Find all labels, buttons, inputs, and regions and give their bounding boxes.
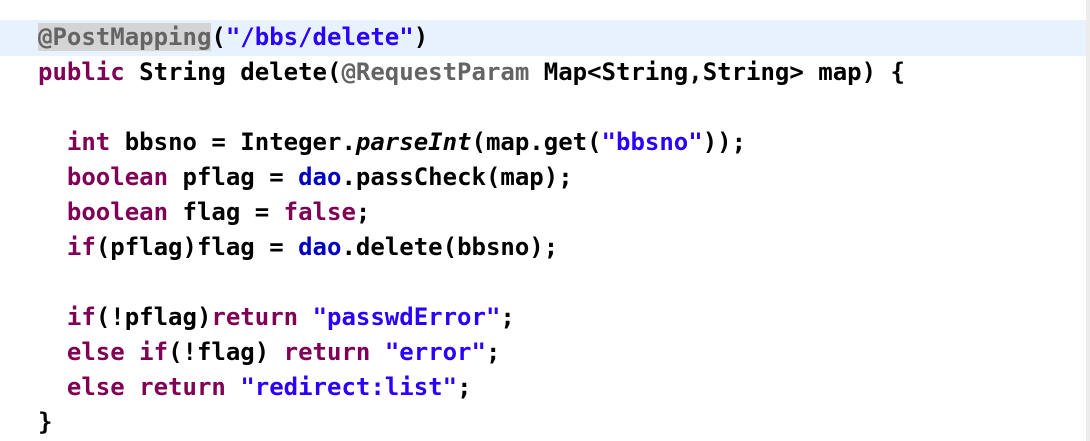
code-line[interactable]: else return "redirect:list"; — [38, 370, 905, 405]
code-token-string: "redirect:list" — [240, 373, 458, 401]
code-token-plain: pflag = — [168, 163, 299, 191]
code-token-keyword: return — [211, 303, 299, 331]
code-token-keyword: boolean — [66, 198, 169, 226]
code-line[interactable]: if(!pflag)return "passwdError"; — [38, 300, 905, 335]
code-line[interactable] — [38, 90, 905, 125]
code-token-plain: ) — [413, 23, 429, 51]
code-token-field: dao — [298, 163, 342, 191]
code-token-static: parseInt — [355, 128, 472, 156]
code-line[interactable]: else if(!flag) return "error"; — [38, 335, 905, 370]
code-line[interactable] — [38, 265, 905, 300]
code-token-plain: .delete(bbsno); — [341, 233, 559, 261]
code-token-keyword: boolean — [66, 163, 169, 191]
code-token-keyword: else — [66, 373, 125, 401]
code-token-plain: )); — [702, 128, 747, 156]
editor-right-border — [1086, 0, 1090, 441]
code-area[interactable]: @PostMapping("/bbs/delete") public String… — [38, 20, 905, 440]
code-token-keyword: return — [139, 373, 226, 401]
code-line[interactable]: } — [38, 405, 905, 440]
code-token-string: "bbsno" — [601, 128, 703, 156]
code-token-plain: ; — [457, 373, 472, 401]
code-token-string: "/bbs/delete" — [225, 23, 414, 51]
code-token-keyword: int — [66, 128, 111, 156]
code-token-keyword: else — [66, 338, 125, 366]
code-token-plain: Map<String,String> map) { — [529, 58, 905, 86]
code-line[interactable]: @PostMapping("/bbs/delete") — [38, 20, 905, 55]
code-token-plain: (pflag)flag = — [95, 233, 299, 261]
code-line[interactable]: public String delete(@RequestParam Map<S… — [38, 55, 905, 90]
code-token-plain: ; — [485, 338, 501, 366]
code-token-keyword: if — [139, 338, 169, 366]
code-token-plain: (!pflag) — [95, 303, 212, 331]
code-token-field: dao — [298, 233, 342, 261]
code-line[interactable]: boolean flag = false; — [38, 195, 905, 230]
code-token-plain: bbsno = Integer. — [110, 128, 356, 156]
code-token-plain: .passCheck(map); — [341, 163, 573, 191]
code-token-keyword: public — [38, 58, 125, 86]
code-token-plain: String delete( — [124, 58, 342, 86]
code-token-plain: (map.get( — [471, 128, 602, 156]
code-line[interactable]: boolean pflag = dao.passCheck(map); — [38, 160, 905, 195]
code-token-plain: ; — [355, 198, 371, 226]
code-token-annotation: @RequestParam — [341, 58, 530, 86]
code-token-keyword: return — [283, 338, 371, 366]
code-token-keyword: false — [283, 198, 356, 226]
code-token-plain: (!flag) — [168, 338, 284, 366]
code-token-string: "error" — [384, 338, 486, 366]
code-line[interactable]: int bbsno = Integer.parseInt(map.get("bb… — [38, 125, 905, 160]
code-editor[interactable]: @PostMapping("/bbs/delete") public String… — [0, 0, 1090, 441]
code-token-plain: flag = — [168, 198, 284, 226]
code-token-keyword: if — [66, 233, 96, 261]
code-line[interactable]: if(pflag)flag = dao.delete(bbsno); — [38, 230, 905, 265]
code-token-plain: } — [38, 408, 53, 436]
code-token-keyword: if — [66, 303, 96, 331]
code-token-plain: ( — [211, 23, 226, 51]
code-token-string: "passwdError" — [312, 303, 501, 331]
code-token-annotation: @PostMapping — [38, 23, 212, 51]
code-token-plain: ; — [500, 303, 515, 331]
